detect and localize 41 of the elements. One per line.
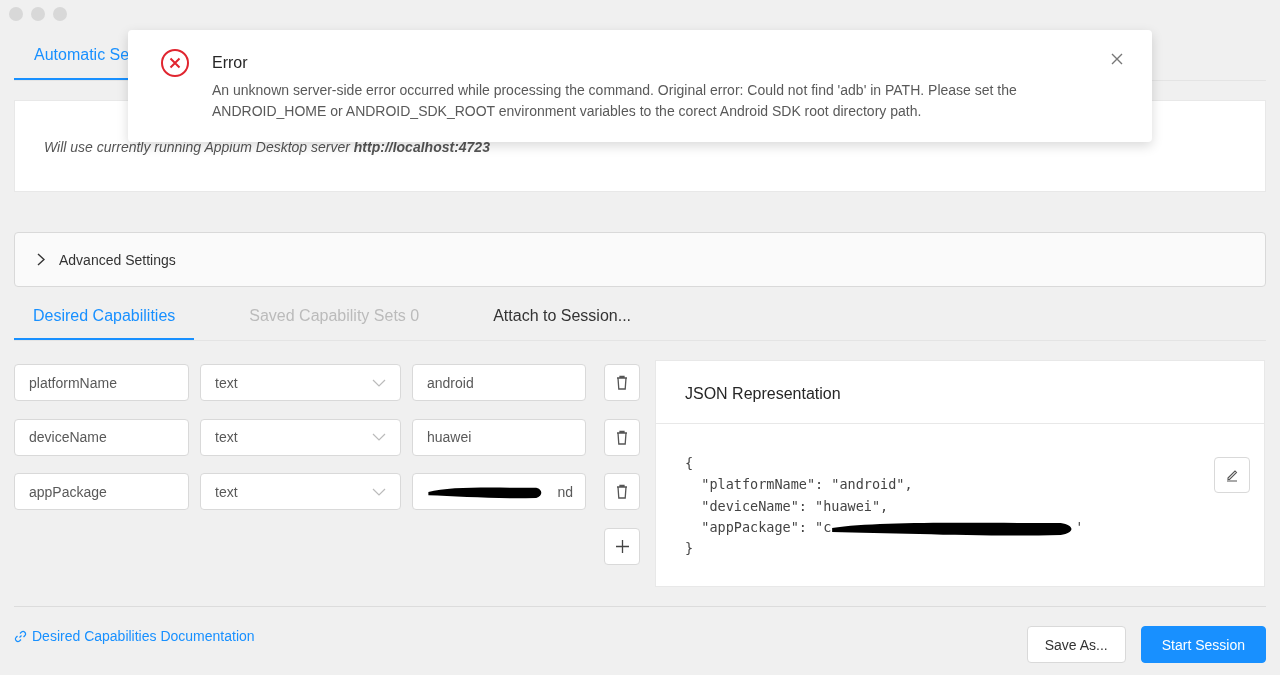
save-as-button[interactable]: Save As... [1026, 626, 1126, 663]
capability-name-field[interactable]: platformName [14, 364, 189, 401]
capability-name-field[interactable]: appPackage [14, 473, 189, 510]
capability-value-field[interactable]: nd [412, 473, 586, 510]
trash-icon [616, 429, 628, 445]
capability-type-select[interactable]: text [200, 364, 401, 401]
window-control[interactable] [53, 7, 67, 21]
capability-type-select[interactable]: text [200, 473, 401, 510]
tab[interactable]: Attach to Session... [474, 294, 651, 340]
advanced-settings-label: Advanced Settings [59, 251, 176, 268]
capability-value-field[interactable]: android [412, 364, 586, 401]
trash-icon [616, 484, 628, 499]
window-control[interactable] [31, 7, 45, 21]
delete-button[interactable] [604, 473, 640, 510]
edit-button[interactable] [1214, 457, 1250, 493]
chevron-down-icon [372, 433, 386, 441]
capability-type-select[interactable]: text [200, 418, 401, 456]
capability-name-field[interactable]: deviceName [14, 418, 189, 456]
chevron-right-icon [37, 253, 45, 266]
add-button[interactable] [604, 527, 640, 565]
error-icon [160, 48, 190, 78]
toast-title: Error [212, 54, 249, 72]
code-line: "platformName": "android", [700, 475, 913, 495]
plus-icon [615, 539, 629, 553]
trash-icon [616, 375, 628, 390]
advanced-settings-header[interactable]: Advanced Settings [14, 232, 1266, 287]
server-info-text: Will use currently running Appium Desktop server http://localhost:4723 [44, 139, 490, 155]
code-line: } [685, 539, 694, 559]
capability-value-field[interactable]: huawei [412, 418, 586, 456]
delete-button[interactable] [604, 418, 640, 456]
code-line: "appPackage": "c ' [685, 516, 1084, 539]
chevron-down-icon [372, 487, 386, 496]
code-line: { [685, 454, 694, 473]
pencil-icon [1225, 468, 1239, 482]
chevron-down-icon [372, 378, 386, 387]
panel-title: JSON Representation [656, 361, 1264, 424]
window-control[interactable] [9, 7, 23, 21]
delete-button[interactable] [604, 364, 640, 401]
link-icon [14, 629, 27, 643]
code-line: "deviceName": "huawei", [700, 496, 889, 516]
error-message: An unknown server-side error occurred while processing the command. Original error: Could not find 'adb' in PATH. Please set the ANDROID_HOME or ANDROID_SDK_ROOT environment variables to the corect Android SDK root directory path. [212, 81, 1018, 121]
